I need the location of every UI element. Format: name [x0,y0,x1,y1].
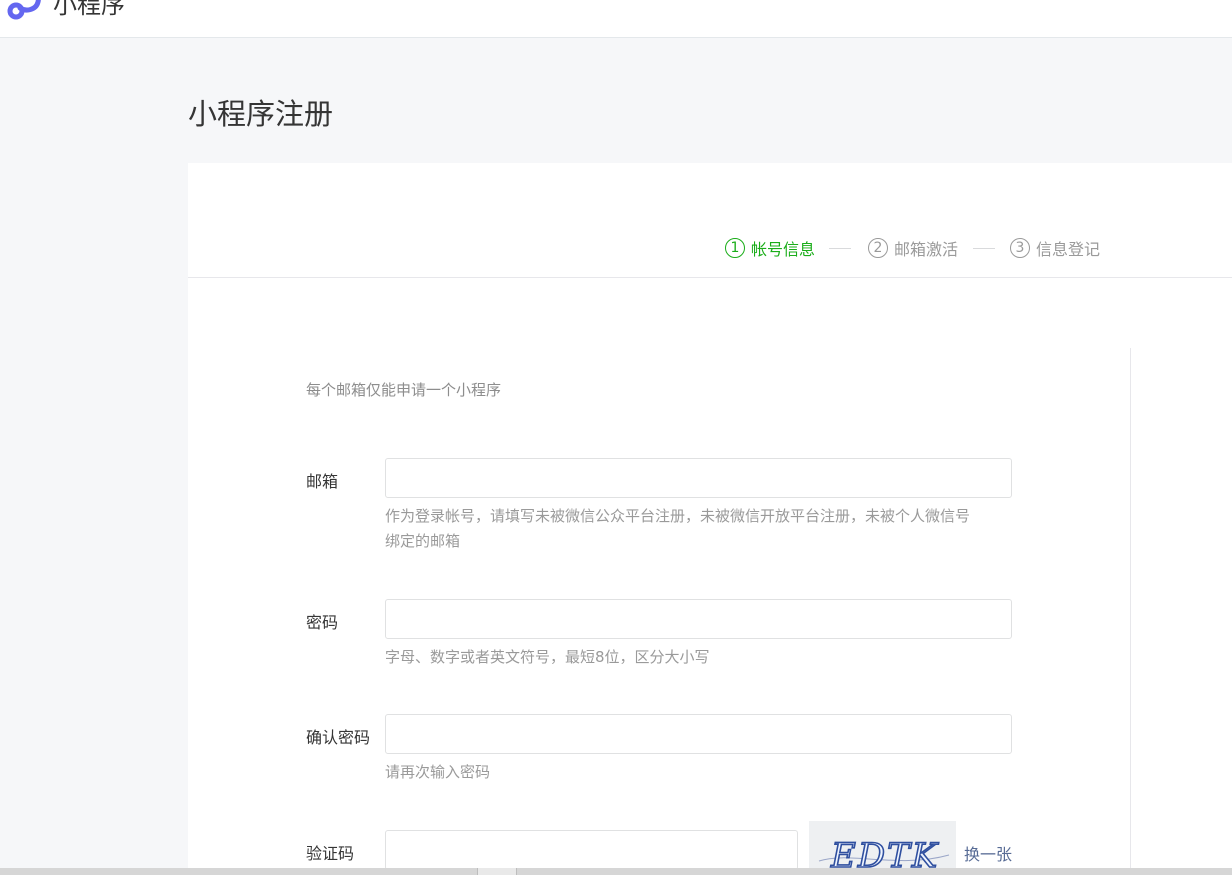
step-label: 邮箱激活 [894,240,959,259]
step-number-1: 1 [725,238,745,258]
step-label: 帐号信息 [751,240,816,259]
scrollbar-thumb[interactable] [477,868,517,875]
captcha-image[interactable]: EDTK [809,821,956,875]
email-hint-line: 绑定的邮箱 [385,532,461,550]
page-title: 小程序注册 [188,97,334,131]
password-hint: 字母、数字或者英文符号，最短8位，区分大小写 [385,648,710,666]
password-label: 密码 [306,613,339,632]
email-hint: 作为登录帐号，请填写未被微信公众平台注册，未被微信开放平台注册，未被个人微信号 … [385,504,970,554]
step-account-info: 1 帐号信息 [725,236,815,260]
captcha-input[interactable] [385,830,798,870]
step-info-registration: 3 信息登记 [1010,236,1100,260]
email-label: 邮箱 [306,472,339,491]
step-number-3: 3 [1010,238,1030,258]
step-connector [973,248,995,249]
step-number-2: 2 [868,238,888,258]
horizontal-scrollbar[interactable] [0,868,1232,875]
form-notice: 每个邮箱仅能申请一个小程序 [306,381,502,399]
refresh-captcha-link[interactable]: 换一张 [964,841,1012,865]
email-hint-line: 作为登录帐号，请填写未被微信公众平台注册，未被微信开放平台注册，未被个人微信号 [385,507,971,525]
confirm-password-label: 确认密码 [306,728,371,747]
captcha-label: 验证码 [306,844,355,863]
side-divider [1130,348,1131,875]
password-input[interactable] [385,599,1012,639]
miniprogram-logo-icon[interactable] [4,0,46,24]
email-input[interactable] [385,458,1012,498]
confirm-password-input[interactable] [385,714,1012,754]
registration-panel: 1 帐号信息 2 邮箱激活 3 信息登记 每个邮箱仅能申请一个小程序 邮箱 作为… [188,163,1232,875]
steps-divider [188,277,1232,278]
step-connector [829,248,851,249]
step-label: 信息登记 [1036,240,1101,259]
brand-name[interactable]: 小程序 [53,0,125,20]
top-header: 小程序 [0,0,1232,38]
step-email-activation: 2 邮箱激活 [868,236,958,260]
confirm-password-hint: 请再次输入密码 [385,763,491,781]
